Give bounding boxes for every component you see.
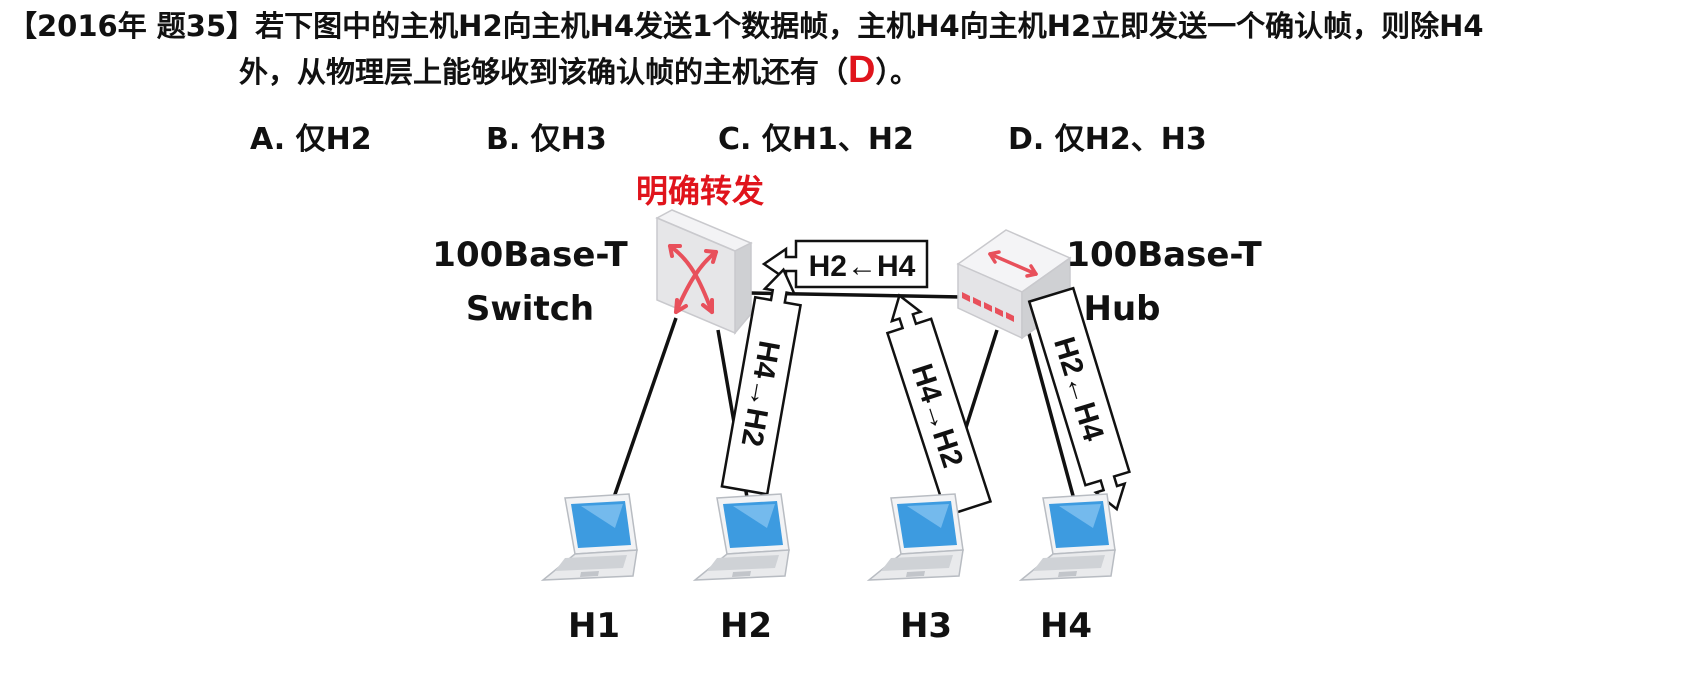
switch-device (655, 209, 753, 336)
hub-label-line-1: 100Base-T (1066, 235, 1262, 275)
host-label-h4: H4 (1040, 606, 1092, 646)
switch-label-line-1: 100Base-T (432, 235, 628, 275)
laptop-h1-icon (542, 493, 638, 581)
laptop-h3-icon (868, 493, 964, 581)
network-diagram: 明确转发 100Base-T Switch 100Base-T Hub H2←H… (432, 172, 1262, 646)
switch-label-line-2: Switch (466, 289, 594, 329)
hub-label-line-2: Hub (1084, 289, 1161, 329)
host-label-h3: H3 (900, 606, 952, 646)
laptop-h2-icon (694, 493, 790, 581)
host-label-h1: H1 (568, 606, 620, 646)
frame-arrow-label-hub-to-switch: H2←H4 (809, 250, 916, 283)
host-label-h2: H2 (720, 606, 772, 646)
switch-annotation: 明确转发 (636, 172, 764, 210)
laptop-h4-icon (1020, 493, 1116, 581)
link-switch-h1 (610, 317, 678, 504)
